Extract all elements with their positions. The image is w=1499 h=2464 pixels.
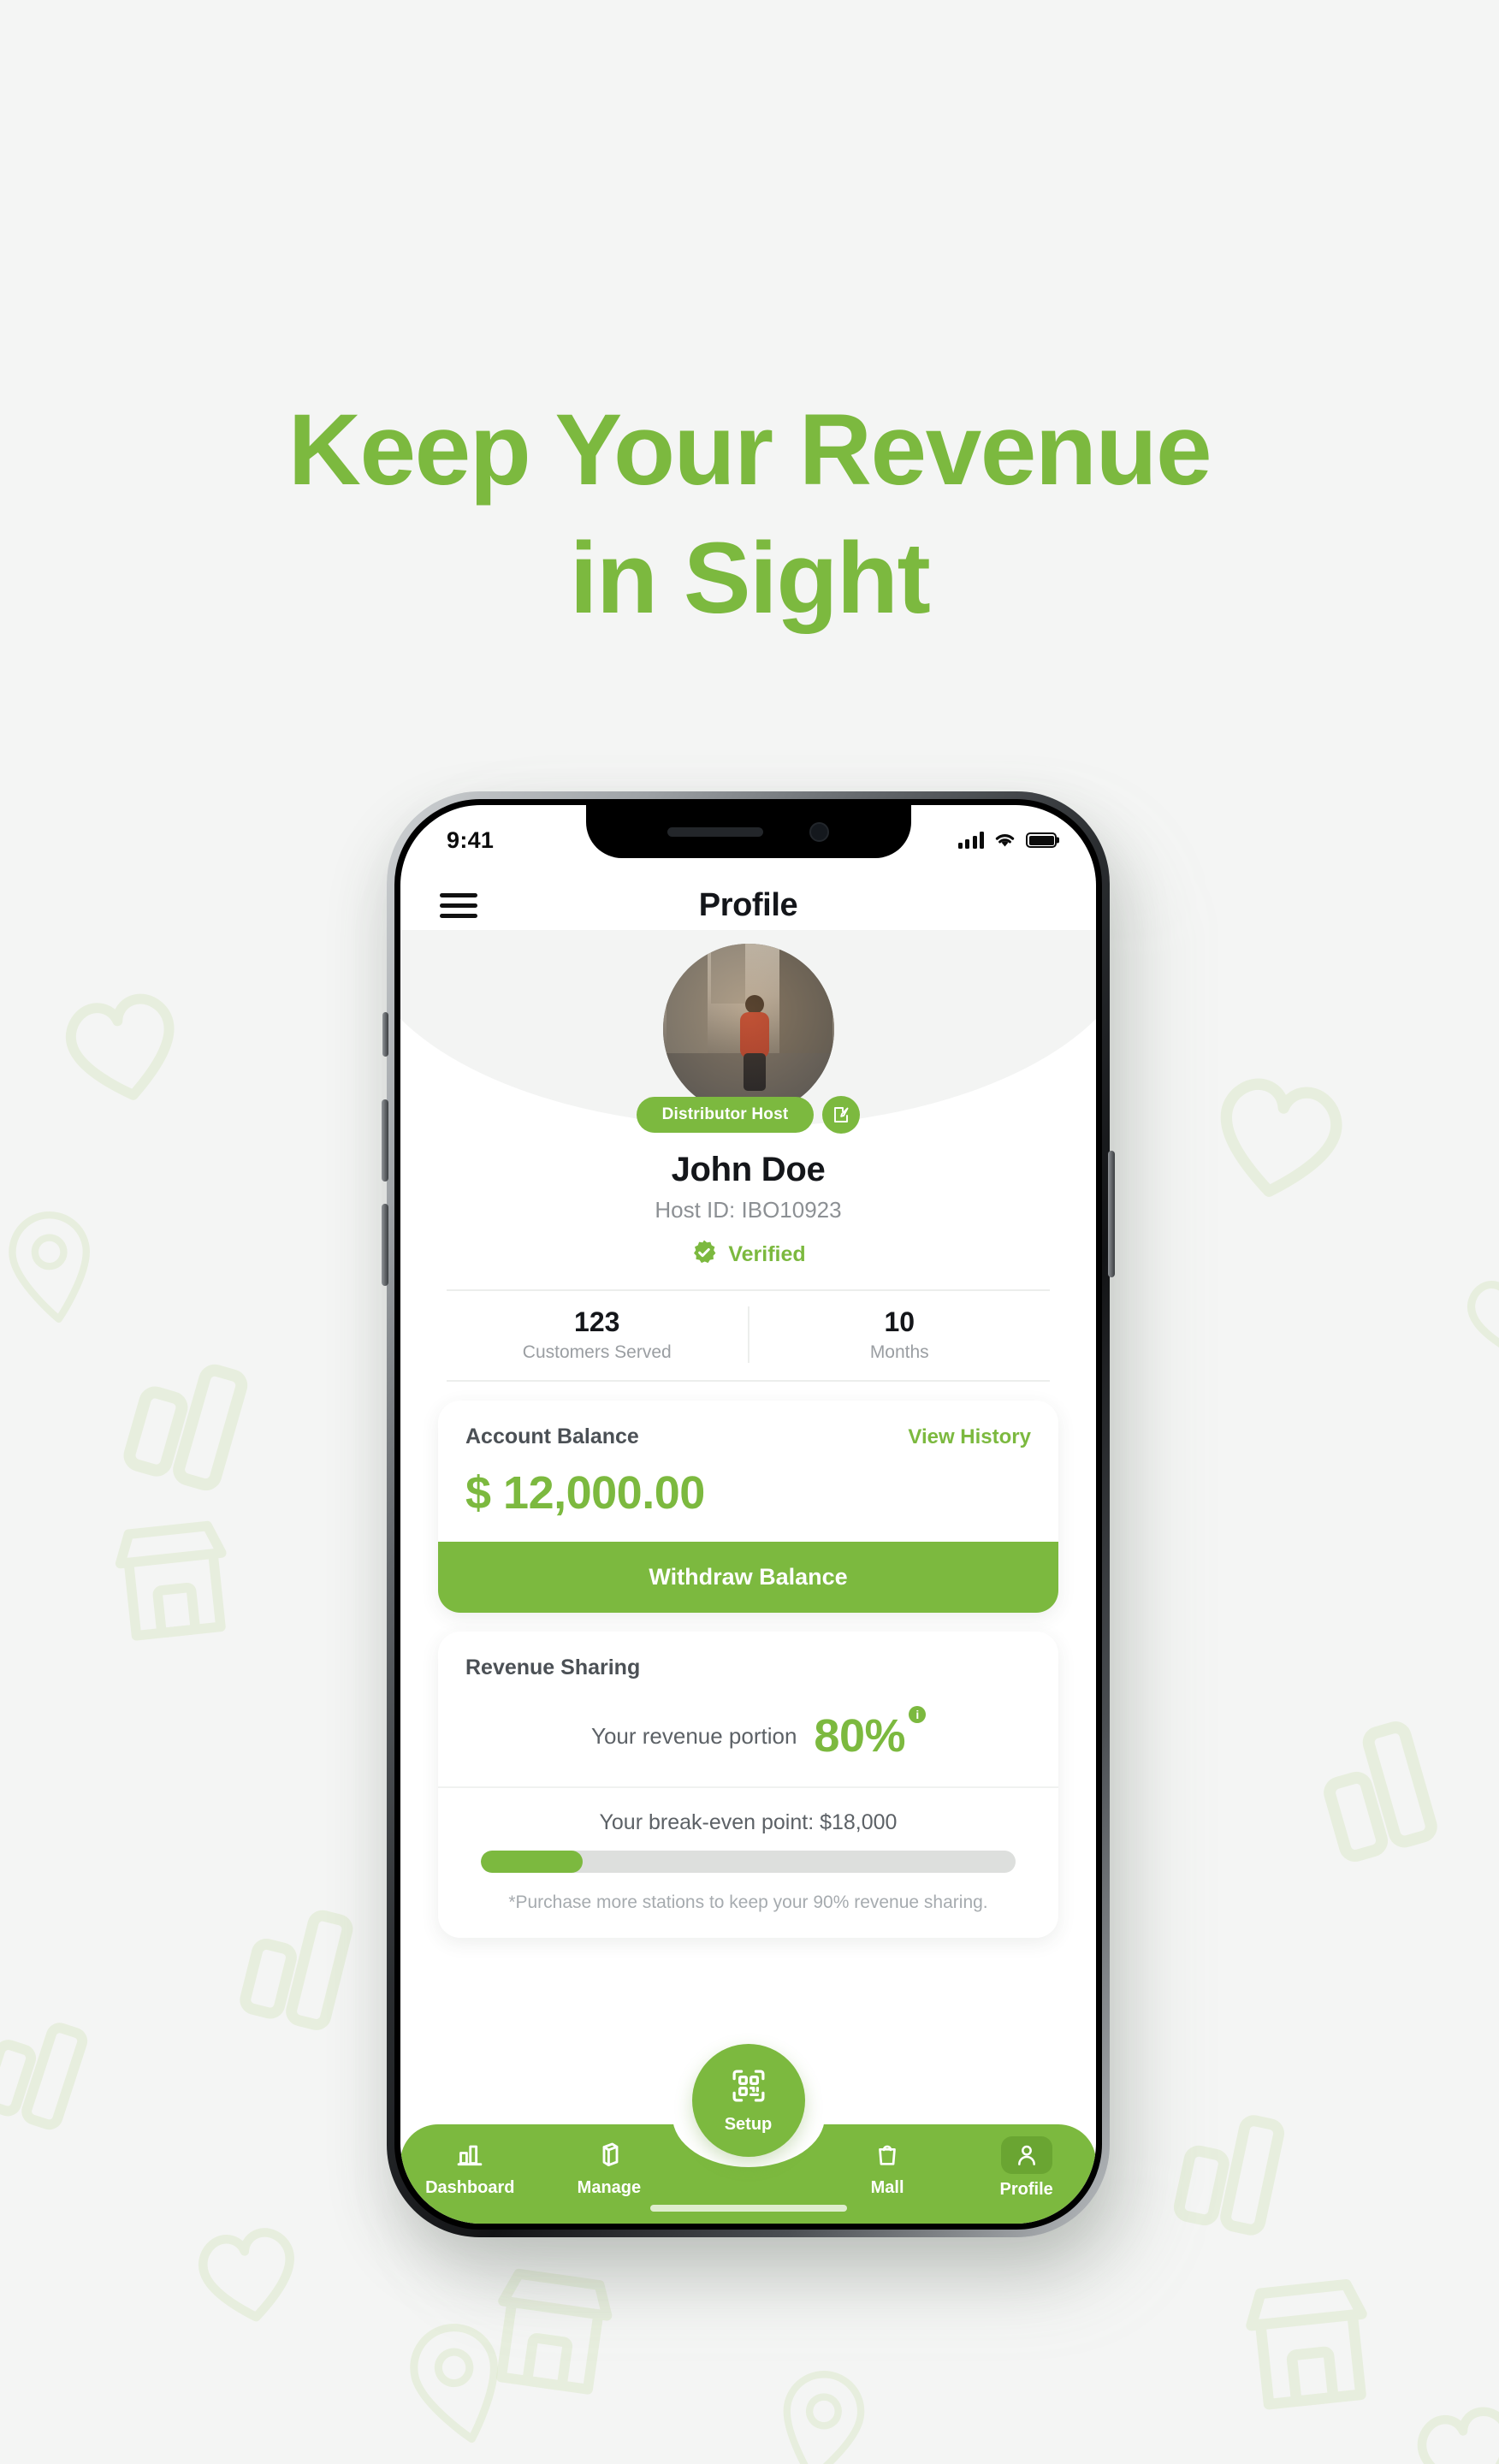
watermark-bar-chart-icon-2 (214, 1865, 406, 2057)
role-badge-row: Distributor Host (438, 1096, 1058, 1134)
phone-power-button[interactable] (1108, 1151, 1115, 1277)
account-balance-header: Account Balance View History (465, 1424, 1031, 1449)
phone-volume-down-button[interactable] (382, 1204, 388, 1286)
stat-customers-served: 123 Customers Served (447, 1306, 748, 1363)
avatar[interactable] (662, 944, 834, 1115)
revenue-portion-value: 80% i (814, 1706, 927, 1762)
watermark-location-pin-icon-3 (760, 2354, 883, 2464)
tab-label: Dashboard (425, 2178, 515, 2197)
tab-mall[interactable]: Mall (818, 2136, 957, 2198)
screen-title: Profile (698, 886, 798, 923)
account-balance-card: Account Balance View History $ 12,000.00… (438, 1401, 1058, 1613)
revenue-sharing-body: Revenue Sharing Your revenue portion 80%… (438, 1632, 1058, 1938)
revenue-portion-label: Your revenue portion (590, 1722, 797, 1749)
account-balance-amount: $ 12,000.00 (465, 1467, 705, 1519)
verified-row: Verified (438, 1239, 1058, 1270)
wifi-icon (993, 832, 1016, 849)
headline-line-2: in Sight (569, 521, 931, 635)
box-3d-icon (594, 2136, 625, 2172)
tab-label: Mall (870, 2178, 904, 2197)
phone-notch (585, 805, 911, 858)
watermark-store-icon-3 (1224, 2260, 1394, 2429)
watermark-heart-icon-4 (1448, 1251, 1499, 1377)
phone-silent-switch[interactable] (382, 1012, 388, 1057)
stat-label: Customers Served (522, 1342, 672, 1362)
setup-fab-button[interactable]: Setup (691, 2044, 805, 2157)
verified-badge-icon (690, 1239, 718, 1270)
watermark-bar-chart-icon-5 (0, 1975, 139, 2158)
revenue-sharing-title: Revenue Sharing (465, 1656, 641, 1679)
watermark-bar-chart-icon (95, 1310, 306, 1521)
page-title: Keep Your Revenue in Sight (0, 387, 1499, 643)
watermark-heart-icon-3 (1185, 1040, 1373, 1228)
watermark-store-icon (96, 1503, 251, 1658)
revenue-portion-number: 80% (814, 1710, 906, 1762)
watermark-bar-chart-icon-3 (1280, 1673, 1491, 1885)
breakeven-progress-fill (481, 1851, 583, 1873)
watermark-heart-icon (36, 957, 209, 1130)
stat-months: 10 Months (747, 1306, 1051, 1363)
avatar-photo-overlay (662, 944, 834, 1115)
stat-value: 123 (574, 1306, 620, 1337)
home-indicator (649, 2205, 847, 2212)
view-history-link[interactable]: View History (908, 1425, 1031, 1449)
revenue-card-divider (438, 1786, 1058, 1788)
watermark-location-pin-icon-2 (388, 2303, 529, 2463)
earpiece-speaker (667, 826, 763, 837)
watermark-heart-icon-2 (174, 2197, 323, 2346)
front-camera-icon (809, 821, 829, 842)
status-time: 9:41 (447, 826, 495, 853)
phone-mockup: 9:41 Profile Distributor Host John Doe H… (382, 791, 1115, 2237)
edit-profile-icon[interactable] (822, 1096, 861, 1134)
tab-label: Manage (577, 2178, 642, 2197)
tab-label: Profile (999, 2180, 1053, 2199)
qr-code-scan-icon (729, 2066, 768, 2110)
stat-value: 10 (884, 1306, 915, 1337)
tab-manage[interactable]: Manage (540, 2136, 679, 2198)
status-icons (957, 832, 1057, 849)
withdraw-balance-button[interactable]: Withdraw Balance (438, 1542, 1058, 1613)
battery-icon (1026, 832, 1057, 848)
stat-label: Months (869, 1342, 929, 1362)
account-balance-title: Account Balance (465, 1424, 639, 1448)
revenue-sharing-note: *Purchase more stations to keep your 90%… (508, 1892, 988, 1912)
app-header: Profile (400, 872, 1096, 939)
fab-label: Setup (724, 2115, 773, 2134)
host-id: Host ID: IBO10923 (655, 1197, 842, 1223)
shopping-bag-icon (873, 2136, 902, 2172)
verified-label: Verified (728, 1242, 806, 1266)
tab-dashboard[interactable]: Dashboard (400, 2136, 540, 2198)
user-name: John Doe (671, 1151, 826, 1188)
revenue-portion-row: Your revenue portion 80% i (465, 1706, 1031, 1762)
status-badge: Distributor Host (636, 1097, 815, 1133)
cellular-signal-icon (957, 832, 984, 849)
breakeven-progress-bar (481, 1851, 1016, 1873)
revenue-sharing-card: Revenue Sharing Your revenue portion 80%… (438, 1632, 1058, 1938)
bar-chart-icon (454, 2136, 485, 2172)
person-icon (1000, 2136, 1052, 2174)
watermark-heart-icon-5 (1391, 2375, 1499, 2464)
bottom-navigation: Dashboard Manage Mall Profile Setup (400, 2044, 1096, 2224)
account-balance-body: Account Balance View History $ 12,000.00 (438, 1401, 1058, 1542)
headline-line-1: Keep Your Revenue (287, 394, 1212, 506)
info-icon[interactable]: i (909, 1706, 927, 1723)
stats-row: 123 Customers Served 10 Months (447, 1289, 1050, 1382)
breakeven-text: Your break-even point: $18,000 (599, 1810, 898, 1834)
page-root: Keep Your Revenue in Sight 9:41 Profile … (0, 0, 1499, 2464)
tab-profile[interactable]: Profile (957, 2136, 1096, 2200)
screen-content: Distributor Host John Doe Host ID: IBO10… (400, 944, 1096, 1938)
watermark-bar-chart-icon-4 (1149, 2073, 1336, 2260)
phone-bezel: 9:41 Profile Distributor Host John Doe H… (394, 799, 1102, 2230)
phone-screen: 9:41 Profile Distributor Host John Doe H… (400, 805, 1096, 2224)
watermark-location-pin-icon (0, 1195, 111, 1336)
phone-volume-up-button[interactable] (382, 1099, 388, 1182)
